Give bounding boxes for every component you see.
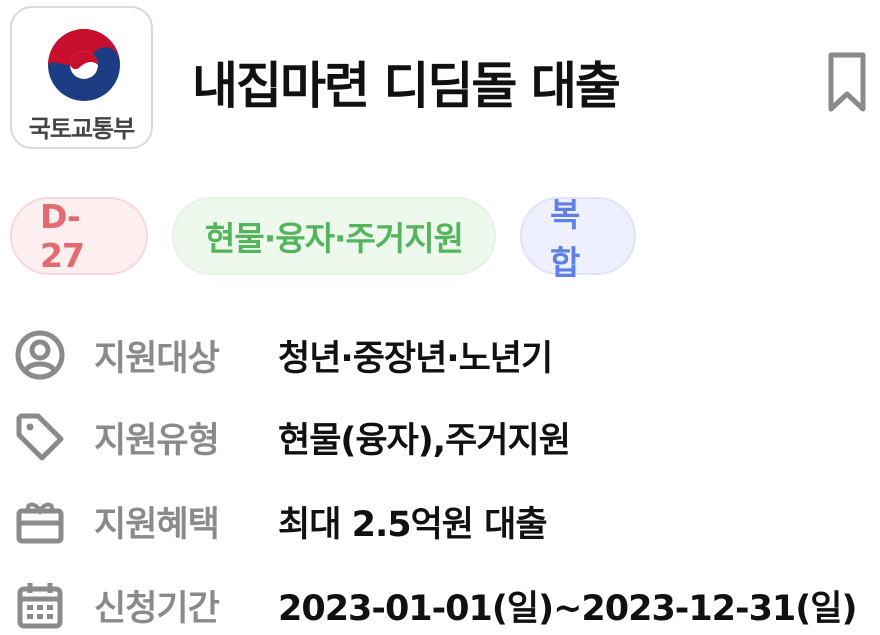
support-type-badge: 현물·융자·주거지원: [172, 197, 496, 275]
detail-row-benefit: 지원혜택 최대 2.5억원 대출: [14, 486, 874, 556]
tag-icon: [16, 413, 64, 461]
page-title: 내집마련 디딤돌 대출: [192, 57, 621, 115]
detail-row-type: 지원유형 현물(융자),주거지원: [14, 402, 874, 472]
detail-row-target: 지원대상 청년·중장년·노년기: [14, 320, 874, 390]
detail-label: 신청기간: [94, 589, 220, 629]
detail-value: 현물(융자),주거지원: [278, 421, 571, 461]
korea-emblem-icon: [48, 29, 120, 101]
detail-value: 최대 2.5억원 대출: [278, 505, 548, 545]
ministry-logo: 국토교통부: [10, 6, 153, 149]
detail-value: 2023-01-01(일)~2023-12-31(일): [278, 589, 857, 629]
calendar-icon: [17, 583, 63, 629]
detail-value: 청년·중장년·노년기: [278, 339, 553, 379]
detail-label: 지원유형: [94, 421, 220, 461]
ministry-name: 국토교통부: [28, 115, 135, 143]
detail-label: 지원혜택: [94, 505, 220, 545]
gift-icon: [16, 502, 64, 544]
category-badge: 복합: [520, 195, 636, 282]
policy-header: 국토교통부 내집마련 디딤돌 대출: [10, 6, 870, 151]
person-circle-icon: [15, 330, 65, 380]
bookmark-icon[interactable]: [827, 51, 867, 113]
detail-label: 지원대상: [94, 339, 220, 379]
detail-row-period: 신청기간 2023-01-01(일)~2023-12-31(일): [14, 570, 874, 635]
tag-list: D-27 현물·융자·주거지원 복합: [10, 195, 636, 282]
dday-badge: D-27: [10, 197, 148, 275]
